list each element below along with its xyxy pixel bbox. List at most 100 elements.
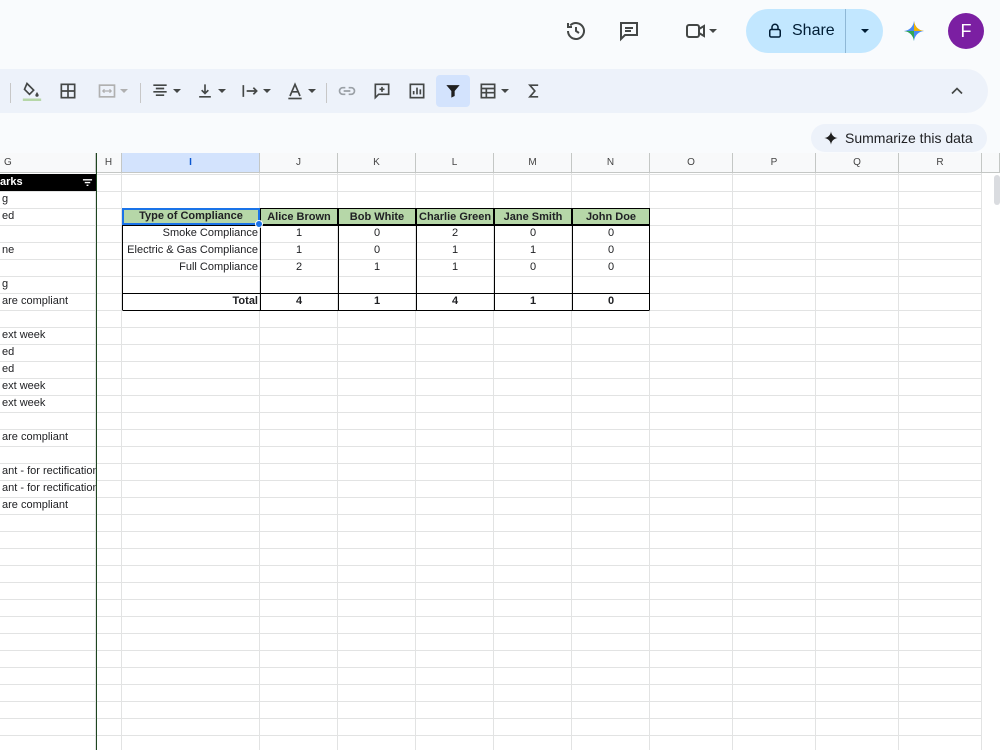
chevron-down-icon [501,89,509,93]
share-dropdown-button[interactable] [846,9,883,53]
chart-icon [409,83,425,99]
table-total-value[interactable]: 4 [260,293,338,310]
column-g-cell[interactable]: are compliant [0,497,96,514]
table-value-cell[interactable]: 0 [572,242,650,259]
column-header-n[interactable]: N [572,153,650,173]
column-g-cell[interactable] [0,225,96,242]
merge-cells-button[interactable] [92,75,134,107]
fill-color-button[interactable] [18,75,46,107]
table-value-cell[interactable]: 1 [416,259,494,276]
table-value-cell[interactable]: 0 [494,225,572,242]
version-history-icon[interactable] [559,14,593,48]
column-g-cell[interactable]: ext week [0,395,96,412]
table-total-value[interactable]: 1 [338,293,416,310]
link-icon [338,86,356,96]
column-g-cell[interactable]: are compliant [0,293,96,310]
share-main-button[interactable]: Share [746,9,846,53]
table-row-label[interactable]: Full Compliance [122,259,260,276]
table-header-name[interactable]: John Doe [572,208,650,225]
table-total-label[interactable]: Total [122,293,260,310]
table-value-cell[interactable]: 2 [260,259,338,276]
column-g-cell[interactable]: ed [0,344,96,361]
table-value-cell[interactable]: 2 [416,225,494,242]
column-g-cell[interactable]: ext week [0,378,96,395]
column-g-cell[interactable]: ed [0,361,96,378]
filter-icon[interactable] [82,177,93,188]
column-g-cell[interactable]: are compliant [0,429,96,446]
column-header-h[interactable]: H [96,153,122,173]
column-header-g[interactable]: G [0,153,96,173]
column-g-cell[interactable]: ant - for rectification [0,463,96,480]
share-button[interactable]: Share [746,9,883,53]
vertical-align-button[interactable] [192,75,230,107]
column-g-cell[interactable]: g [0,276,96,293]
column-g-cell[interactable] [0,310,96,327]
table-total-value[interactable]: 4 [416,293,494,310]
column-g-cell[interactable]: ext week [0,327,96,344]
column-header-r[interactable]: R [899,153,982,173]
column-header-p[interactable]: P [733,153,816,173]
column-g-header-cell[interactable]: arks [0,174,96,191]
insert-comment-button[interactable] [368,75,396,107]
table-value-cell[interactable]: 1 [416,242,494,259]
table-value-cell[interactable]: 1 [338,259,416,276]
selection-fill-handle[interactable] [255,220,263,228]
column-header-l[interactable]: L [416,153,494,173]
table-total-value[interactable]: 0 [572,293,650,310]
insert-link-button[interactable] [333,75,361,107]
table-view-button[interactable] [474,75,514,107]
table-row-label[interactable]: Electric & Gas Compliance [122,242,260,259]
table-value-cell[interactable]: 1 [260,242,338,259]
summarize-data-button[interactable]: Summarize this data [811,124,987,152]
comments-icon[interactable] [612,14,646,48]
table-value-cell[interactable]: 0 [572,259,650,276]
chevron-down-icon [263,89,271,93]
table-row-label[interactable]: Smoke Compliance [122,225,260,242]
insert-chart-button[interactable] [403,75,431,107]
column-header-q[interactable]: Q [816,153,899,173]
summarize-label: Summarize this data [845,130,973,146]
column-header-k[interactable]: K [338,153,416,173]
table-header-type[interactable]: Type of Compliance [122,208,260,225]
filter-button[interactable] [436,75,470,107]
column-header-m[interactable]: M [494,153,572,173]
table-header-name[interactable]: Bob White [338,208,416,225]
chevron-down-icon [709,29,717,33]
column-g-cell[interactable]: ne [0,242,96,259]
table-value-cell[interactable]: 0 [572,225,650,242]
chevron-down-icon [120,89,128,93]
column-header-i[interactable]: I [122,153,260,173]
gemini-icon[interactable] [897,14,931,48]
table-header-name[interactable]: Jane Smith [494,208,572,225]
spreadsheet-grid[interactable]: GHIJKLMNOPQR arks g ed ne g are compliant ext… [0,153,1000,750]
column-g-cell[interactable]: g [0,191,96,208]
text-wrap-icon [242,85,258,97]
table-total-value[interactable]: 1 [494,293,572,310]
borders-button[interactable] [54,75,82,107]
text-wrap-button[interactable] [237,75,275,107]
column-g-cell[interactable] [0,412,96,429]
column-g-cell[interactable] [0,446,96,463]
table-value-cell[interactable]: 0 [494,259,572,276]
column-header-j[interactable]: J [260,153,338,173]
table-value-cell[interactable]: 0 [338,242,416,259]
table-header-name[interactable]: Charlie Green [416,208,494,225]
freeze-divider[interactable] [96,153,97,750]
table-value-cell[interactable]: 0 [338,225,416,242]
avatar[interactable]: F [948,13,984,49]
table-header-name[interactable]: Alice Brown [260,208,338,225]
table-value-cell[interactable]: 1 [494,242,572,259]
meet-icon[interactable] [676,14,726,48]
column-g-cell[interactable]: ant - for rectification [0,480,96,497]
functions-button[interactable] [520,75,548,107]
column-g-cell[interactable]: ed [0,208,96,225]
text-rotation-button[interactable] [282,75,320,107]
vertical-scrollbar[interactable] [994,175,1000,205]
collapse-toolbar-button[interactable] [942,75,972,107]
toolbar-divider [10,83,11,103]
table-value-cell[interactable]: 1 [260,225,338,242]
column-g-cell[interactable] [0,259,96,276]
horizontal-align-button[interactable] [147,75,185,107]
toolbar-divider [140,83,141,103]
column-header-o[interactable]: O [650,153,733,173]
